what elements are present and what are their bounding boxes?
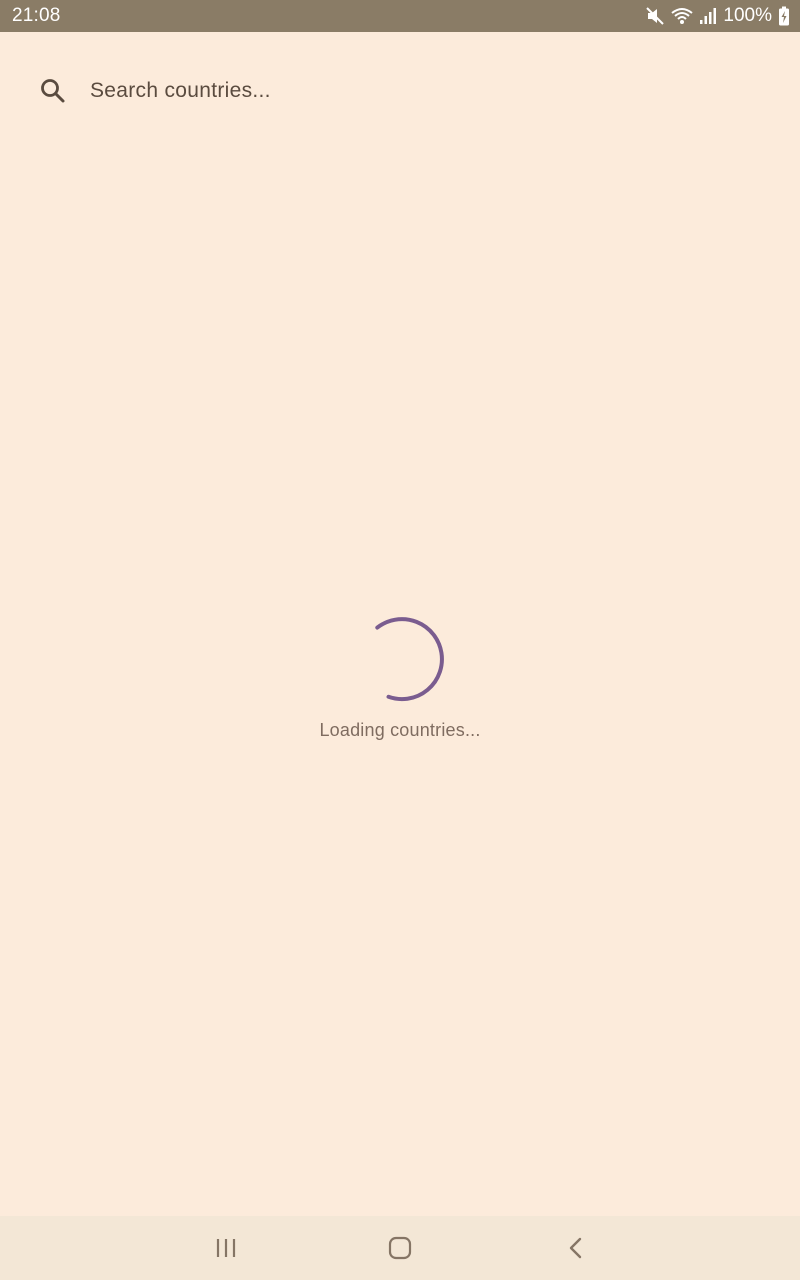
battery-percent: 100% [723, 5, 772, 26]
search-input[interactable] [80, 58, 776, 124]
battery-charging-icon [778, 6, 790, 26]
loading-text: Loading countries... [319, 720, 481, 740]
status-icons: 100% [645, 0, 790, 32]
back-icon [569, 1237, 582, 1259]
status-time: 21:08 [12, 5, 61, 26]
recent-apps-icon [216, 1239, 236, 1257]
status-bar: 21:08 100% [0, 0, 800, 32]
loading-container: Loading countries... [0, 612, 800, 741]
search-bar [24, 58, 776, 124]
recent-apps-button[interactable] [196, 1228, 256, 1268]
back-button[interactable] [546, 1228, 606, 1268]
home-icon [388, 1236, 412, 1260]
home-button[interactable] [370, 1228, 430, 1268]
signal-icon [699, 6, 717, 26]
search-icon[interactable] [24, 77, 80, 105]
app-screen: 21:08 100% Search countries... Loading c… [0, 0, 800, 1280]
loading-spinner [375, 617, 444, 702]
navigation-bar [0, 1216, 800, 1280]
mute-icon [645, 6, 665, 26]
wifi-icon [671, 6, 694, 26]
